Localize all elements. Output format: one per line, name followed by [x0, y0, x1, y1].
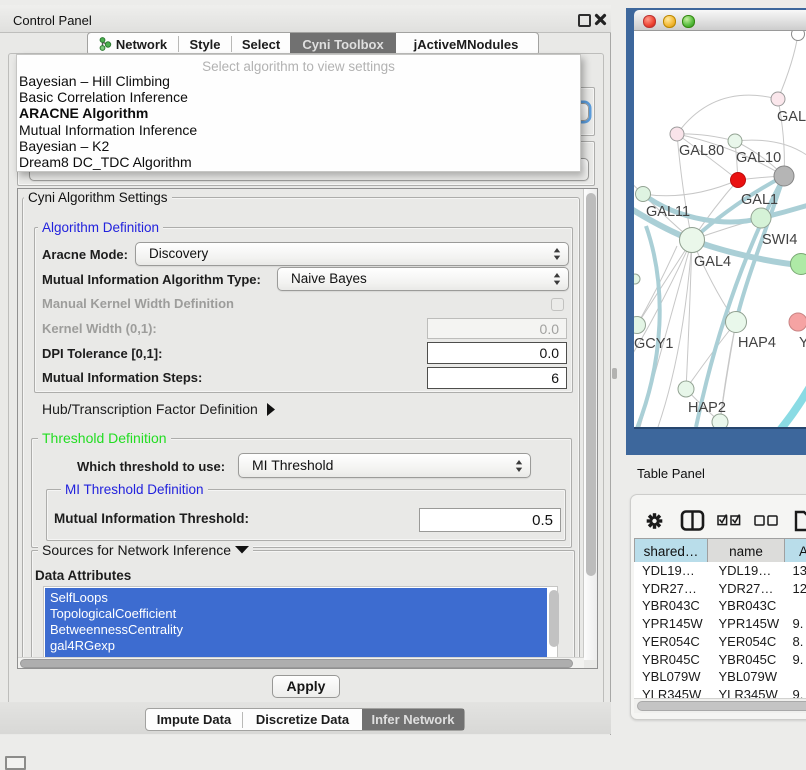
svg-text:GCY1: GCY1 — [634, 336, 674, 352]
svg-text:GAL11: GAL11 — [646, 204, 690, 220]
svg-text:HAP4: HAP4 — [738, 335, 776, 351]
svg-text:GAL4: GAL4 — [694, 254, 731, 270]
svg-text:GAL7: GAL7 — [777, 109, 806, 125]
svg-text:YJ: YJ — [799, 335, 806, 351]
svg-text:GAL80: GAL80 — [679, 143, 724, 159]
svg-text:SWI4: SWI4 — [762, 232, 797, 248]
svg-text:HAP2: HAP2 — [688, 400, 726, 416]
svg-text:GAL1: GAL1 — [741, 192, 778, 208]
svg-text:GAL10: GAL10 — [736, 150, 781, 166]
